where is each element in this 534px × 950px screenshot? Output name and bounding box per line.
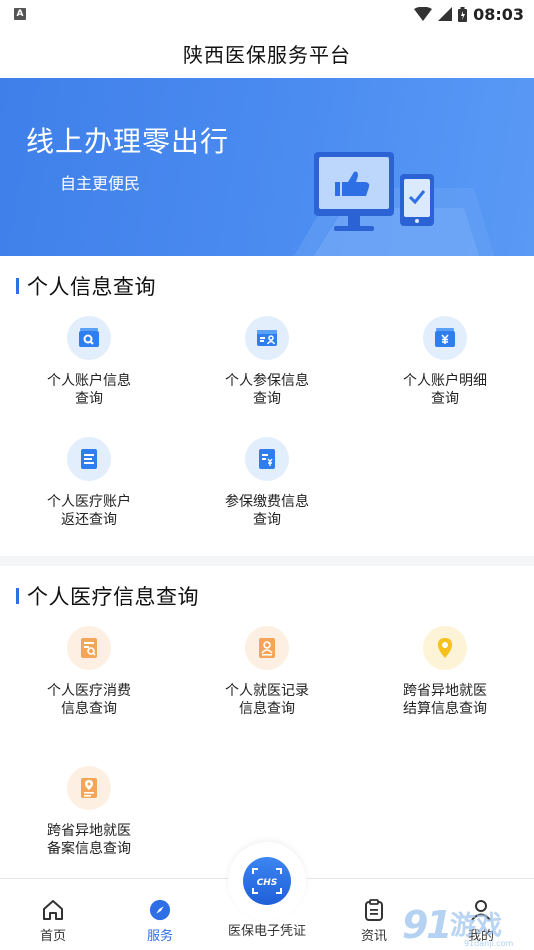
- section-title: 个人信息查询: [27, 275, 156, 299]
- grid-label: 个人医疗账户返还查询: [47, 494, 131, 528]
- grid-item-payment-info[interactable]: 参保缴费信息查询: [207, 437, 327, 529]
- chs-badge-text: CHS: [257, 878, 278, 888]
- svg-text:9: 9: [402, 903, 428, 947]
- svg-text:91danji.com: 91danji.com: [464, 939, 514, 948]
- account-search-icon: [67, 316, 111, 360]
- banner-title: 线上办理零出行: [26, 125, 230, 158]
- tab-home[interactable]: 首页: [8, 879, 98, 950]
- grid-label: 个人就医记录信息查询: [225, 683, 309, 717]
- svg-text:游戏: 游戏: [450, 911, 502, 941]
- status-bar: A 08:03: [0, 0, 534, 28]
- status-right: 08:03: [414, 5, 524, 24]
- chs-icon: CHS: [243, 857, 291, 905]
- yuan-document-icon: [245, 437, 289, 481]
- section-title: 个人医疗信息查询: [27, 585, 199, 609]
- battery-icon: [458, 6, 468, 22]
- grid-label: 个人医疗消费信息查询: [47, 683, 131, 717]
- banner-subtitle: 自主更便民: [60, 174, 141, 193]
- document-list-icon: [67, 437, 111, 481]
- computer-phone-illustration: [294, 152, 494, 256]
- compass-icon: [149, 899, 171, 921]
- svg-text:1: 1: [426, 903, 452, 947]
- section-accent-bar: [16, 588, 19, 604]
- section-divider: [0, 556, 534, 566]
- location-document-icon: [67, 766, 111, 810]
- grid-item-cross-province-settlement[interactable]: 跨省异地就医结算信息查询: [385, 626, 505, 718]
- clipboard-icon: [365, 899, 383, 921]
- grid-item-account-info[interactable]: 个人账户信息查询: [29, 316, 149, 408]
- section-medical-info-header: 个人医疗信息查询: [0, 576, 534, 616]
- medical-certificate-label: 医保电子凭证: [227, 924, 306, 939]
- grid-label: 跨省异地就医备案信息查询: [47, 823, 131, 857]
- app-header: 陕西医保服务平台: [0, 28, 534, 78]
- tab-service[interactable]: 服务: [115, 879, 205, 950]
- wifi-icon: [414, 7, 433, 21]
- insurance-card-icon: [245, 316, 289, 360]
- notification-icon: A: [14, 8, 26, 20]
- medical-certificate-button[interactable]: CHS: [228, 842, 306, 920]
- grid-item-insurance-info[interactable]: 个人参保信息查询: [207, 316, 327, 408]
- grid-item-medical-refund[interactable]: 个人医疗账户返还查询: [29, 437, 149, 529]
- grid-label: 个人账户明细查询: [403, 373, 487, 407]
- section-personal-info-header: 个人信息查询: [0, 266, 534, 306]
- grid-label: 个人参保信息查询: [225, 373, 309, 407]
- yuan-wallet-icon: [423, 316, 467, 360]
- promo-banner[interactable]: 线上办理零出行 自主更便民: [0, 78, 534, 256]
- page-title: 陕西医保服务平台: [183, 42, 351, 67]
- grid-item-account-detail[interactable]: 个人账户明细查询: [385, 316, 505, 408]
- person-record-icon: [245, 626, 289, 670]
- home-icon: [43, 900, 63, 920]
- signal-icon: [438, 7, 453, 21]
- grid-label: 个人账户信息查询: [47, 373, 131, 407]
- tab-label: 首页: [39, 929, 66, 944]
- grid-label: 参保缴费信息查询: [225, 494, 309, 528]
- location-pin-icon: [423, 626, 467, 670]
- grid-item-cross-province-filing[interactable]: 跨省异地就医备案信息查询: [29, 766, 149, 858]
- grid-label: 跨省异地就医结算信息查询: [403, 683, 487, 717]
- watermark-logo: 9 1 游戏 91danji.com: [402, 903, 514, 948]
- grid-item-visit-records[interactable]: 个人就医记录信息查询: [207, 626, 327, 718]
- tab-label: 服务: [146, 929, 173, 944]
- section-accent-bar: [16, 278, 19, 294]
- grid-item-medical-consumption[interactable]: 个人医疗消费信息查询: [29, 626, 149, 718]
- status-time: 08:03: [473, 4, 524, 24]
- tab-label: 资讯: [360, 929, 387, 944]
- receipt-search-icon: [67, 626, 111, 670]
